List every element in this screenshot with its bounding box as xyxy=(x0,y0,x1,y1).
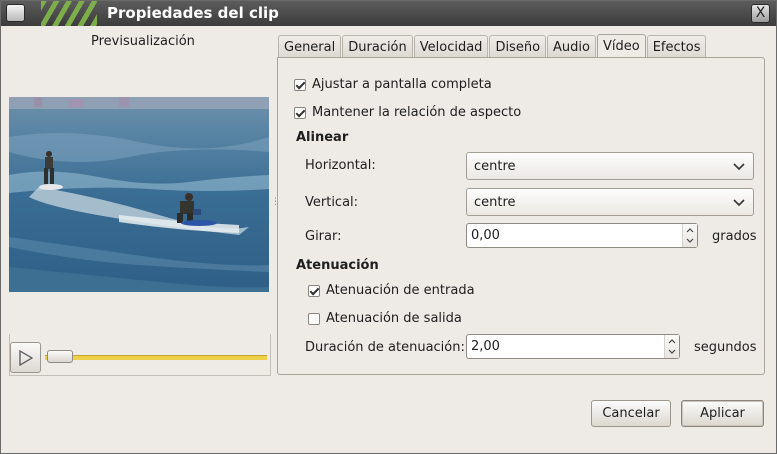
clip-properties-dialog: Propiedades del clip X Previsualización xyxy=(0,0,777,454)
horizontal-select[interactable]: centre xyxy=(466,152,754,180)
keep-aspect-option[interactable]: Mantener la relación de aspecto xyxy=(294,105,521,120)
fade-in-label: Atenuación de entrada xyxy=(326,283,475,298)
video-tab-panel: Ajustar a pantalla completa Mantener la … xyxy=(277,57,765,375)
chevron-down-icon xyxy=(733,199,745,207)
spin-down-icon[interactable] xyxy=(668,349,676,354)
vertical-label: Vertical: xyxy=(305,195,359,210)
pane-splitter-handle[interactable]: ⋮ xyxy=(271,198,280,213)
play-icon xyxy=(19,350,33,366)
spin-up-icon[interactable] xyxy=(686,228,694,233)
tab-velocidad[interactable]: Velocidad xyxy=(413,35,489,57)
titlebar[interactable]: Propiedades del clip X xyxy=(1,1,776,26)
fade-out-label: Atenuación de salida xyxy=(326,311,462,326)
cancel-button[interactable]: Cancelar xyxy=(591,400,671,427)
fade-duration-spinner[interactable]: 2,00 xyxy=(466,334,680,359)
tab-efectos[interactable]: Efectos xyxy=(646,35,707,57)
rotate-spinner[interactable]: 0,00 xyxy=(466,223,698,248)
spin-up-icon[interactable] xyxy=(668,339,676,344)
spin-down-icon[interactable] xyxy=(686,238,694,243)
tab-diseno[interactable]: Diseño xyxy=(489,35,547,57)
align-section-title: Alinear xyxy=(296,130,349,145)
rotate-label: Girar: xyxy=(305,229,342,244)
keep-aspect-label: Mantener la relación de aspecto xyxy=(312,105,522,120)
fade-duration-value: 2,00 xyxy=(471,339,500,354)
fade-in-option[interactable]: Atenuación de entrada xyxy=(308,283,475,298)
tab-general[interactable]: General xyxy=(278,35,342,57)
fade-section-title: Atenuación xyxy=(296,258,379,273)
tab-duracion[interactable]: Duración xyxy=(342,35,413,57)
chevron-down-icon xyxy=(733,163,745,171)
tab-bar: General Duración Velocidad Diseño Audio … xyxy=(278,34,707,58)
fit-screen-option[interactable]: Ajustar a pantalla completa xyxy=(294,77,492,92)
playback-slider-handle[interactable] xyxy=(47,350,73,363)
surf-scene xyxy=(9,97,269,292)
tab-video[interactable]: Vídeo xyxy=(596,34,646,58)
vertical-select[interactable]: centre xyxy=(466,188,754,216)
window-title: Propiedades del clip xyxy=(107,4,279,22)
fade-duration-spin-arrows[interactable] xyxy=(664,335,679,358)
fade-out-option[interactable]: Atenuación de salida xyxy=(308,311,462,326)
preview-label: Previsualización xyxy=(91,34,195,49)
horizontal-label: Horizontal: xyxy=(305,158,376,173)
rotate-spin-arrows[interactable] xyxy=(682,224,697,247)
rotate-unit: grados xyxy=(712,229,757,244)
fade-out-checkbox[interactable] xyxy=(308,312,320,325)
play-button[interactable] xyxy=(10,342,41,373)
titlebar-decoration xyxy=(41,1,97,26)
close-icon[interactable]: X xyxy=(751,4,770,23)
vertical-value: centre xyxy=(474,195,516,210)
horizontal-value: centre xyxy=(474,159,516,174)
rotate-value: 0,00 xyxy=(471,228,500,243)
fit-screen-label: Ajustar a pantalla completa xyxy=(312,77,492,92)
playback-progress-bar[interactable] xyxy=(45,355,267,360)
window-menu-icon[interactable] xyxy=(6,4,25,22)
fade-duration-unit: segundos xyxy=(694,340,757,355)
tab-audio[interactable]: Audio xyxy=(547,35,596,57)
fade-duration-label: Duración de atenuación: xyxy=(305,340,465,355)
keep-aspect-checkbox[interactable] xyxy=(294,106,306,119)
fade-in-checkbox[interactable] xyxy=(308,284,320,297)
apply-button[interactable]: Aplicar xyxy=(681,400,764,427)
preview-image xyxy=(9,97,269,292)
fit-screen-checkbox[interactable] xyxy=(294,78,306,91)
